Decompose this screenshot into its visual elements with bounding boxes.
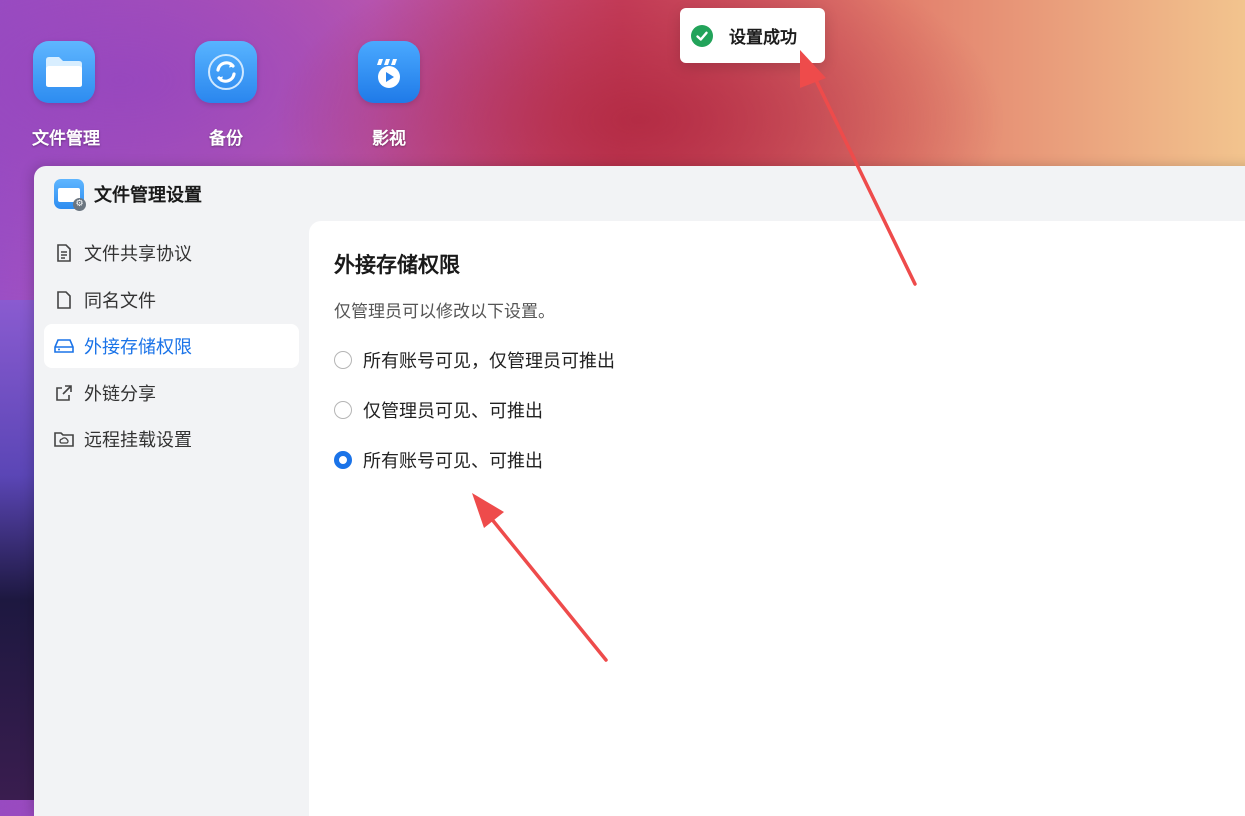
check-circle-icon [691,24,713,47]
cloud-folder-icon [54,429,74,449]
window-titlebar: ⚙ 文件管理设置 [34,166,1245,221]
option-all-visible-all-eject[interactable]: 所有账号可见、可推出 [334,447,543,473]
option-label: 仅管理员可见、可推出 [363,401,543,422]
desktop-icon-video[interactable]: 影视 [357,41,421,149]
file-icon [54,290,74,310]
app-folder-settings-icon: ⚙ [54,178,86,211]
gear-icon: ⚙ [73,197,86,211]
sidebar-item-label: 同名文件 [84,290,156,312]
desktop-icon-label: 备份 [209,129,243,149]
option-label: 所有账号可见、可推出 [363,451,543,472]
section-heading: 外接存储权限 [334,253,460,277]
sidebar-item-link-sharing[interactable]: 外链分享 [44,371,299,415]
share-icon [54,383,74,403]
option-label: 所有账号可见，仅管理员可推出 [363,351,615,372]
radio-button[interactable] [334,401,352,419]
window-title: 文件管理设置 [94,184,202,206]
settings-sidebar: 文件共享协议 同名文件 外接存储权限 外链分享 远程挂载设置 [44,231,299,464]
folder-icon [33,41,95,103]
desktop-icon-label: 影视 [372,129,406,149]
option-admin-only[interactable]: 仅管理员可见、可推出 [334,397,543,423]
desktop-icon-backup[interactable]: 备份 [194,41,258,149]
sidebar-item-external-storage[interactable]: 外接存储权限 [44,324,299,368]
sidebar-item-same-name-files[interactable]: 同名文件 [44,278,299,322]
drive-icon [54,336,74,356]
success-toast: 设置成功 [680,8,825,63]
desktop-icon-label: 文件管理 [32,129,100,149]
sync-icon [195,41,257,103]
settings-content-panel: 外接存储权限 仅管理员可以修改以下设置。 所有账号可见，仅管理员可推出 仅管理员… [309,221,1245,816]
settings-window: ⚙ 文件管理设置 文件共享协议 同名文件 外接存储权限 外链分享 远程挂载设置 … [34,166,1245,816]
sidebar-item-label: 外链分享 [84,383,156,405]
toast-message: 设置成功 [729,28,797,48]
radio-button-selected[interactable] [334,451,352,469]
film-play-icon [358,41,420,103]
sidebar-item-label: 远程挂载设置 [84,430,192,451]
section-description: 仅管理员可以修改以下设置。 [334,302,555,322]
sidebar-item-label: 文件共享协议 [84,244,192,265]
sidebar-item-file-sharing-protocol[interactable]: 文件共享协议 [44,231,299,275]
sidebar-item-label: 外接存储权限 [84,337,192,358]
radio-button[interactable] [334,351,352,369]
desktop-icon-file-manager[interactable]: 文件管理 [32,41,100,149]
sidebar-item-remote-mount[interactable]: 远程挂载设置 [44,417,299,461]
option-all-visible-admin-eject[interactable]: 所有账号可见，仅管理员可推出 [334,347,615,373]
document-icon [54,243,74,263]
